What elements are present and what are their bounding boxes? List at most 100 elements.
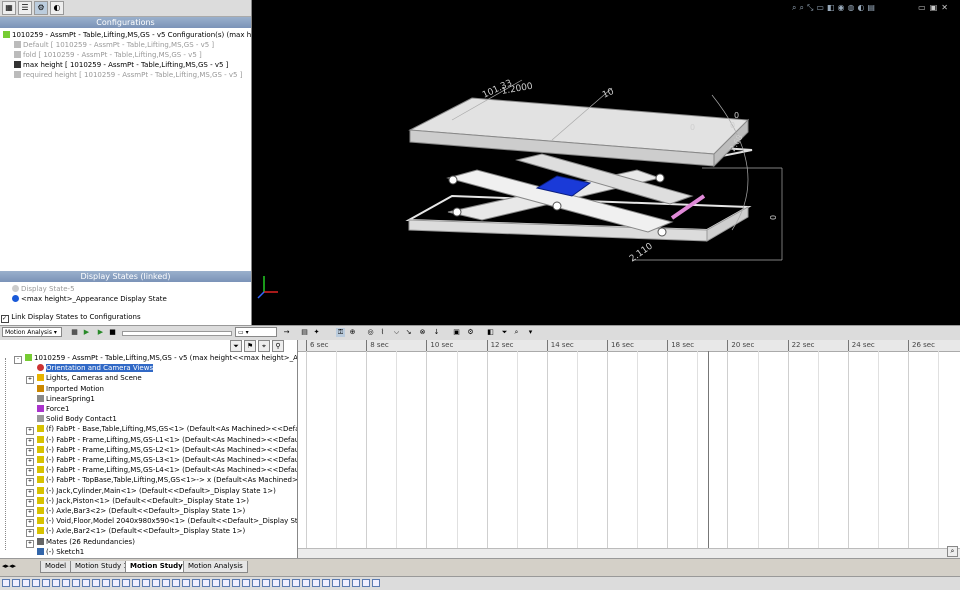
feature-tree-tab-icon[interactable]: ▦ [2, 1, 16, 15]
command-toolbar-icon[interactable] [312, 579, 320, 587]
timeline-ruler[interactable]: 6 sec 8 sec 10 sec 12 sec 14 sec 16 sec 18 sec… [298, 340, 960, 352]
command-toolbar-icon[interactable] [252, 579, 260, 587]
motion-tree-item[interactable]: + Lights, Cameras and Scene [26, 373, 142, 385]
motion-tree-item[interactable]: + (-) Axle,Bar2<1> (Default<<Default>_Dis… [26, 526, 245, 538]
graphics-viewport[interactable]: ⌕⌕⤡▭◧◉◍◐▤ ▭▣✕ 101.33 1.2000 10 0 0 2.68 … [252, 0, 960, 325]
filter-selected-icon[interactable]: ⌖ [258, 340, 270, 352]
add-key-icon[interactable]: ⊕ [348, 328, 357, 337]
time-bar[interactable] [708, 351, 709, 548]
motion-tree-item[interactable]: + (-) Jack,Piston<1> (Default<<Default>_D… [26, 496, 249, 507]
command-toolbar-icon[interactable] [282, 579, 290, 587]
command-toolbar-icon[interactable] [332, 579, 340, 587]
configuration-item[interactable]: max height [ 1010259 - AssmPt - Table,Li… [14, 60, 228, 70]
command-toolbar-icon[interactable] [52, 579, 60, 587]
motion-tree-item[interactable]: + (f) FabPt - Base,Table,Lifting,MS,GS<1>… [26, 424, 297, 436]
command-toolbar-icon[interactable] [72, 579, 80, 587]
play-icon[interactable]: ▶ [96, 328, 105, 337]
motion-tree-item[interactable]: Force1 [26, 404, 69, 414]
command-toolbar-icon[interactable] [322, 579, 330, 587]
command-toolbar-icon[interactable] [32, 579, 40, 587]
command-toolbar-icon[interactable] [352, 579, 360, 587]
motion-tree-item[interactable]: Solid Body Contact1 [26, 414, 117, 424]
command-toolbar-icon[interactable] [342, 579, 350, 587]
play-from-start-icon[interactable]: ▶ [82, 328, 91, 337]
calculator-icon[interactable]: ▦ [70, 328, 79, 337]
animation-wizard-icon[interactable]: ✦ [312, 328, 321, 337]
command-toolbar-icon[interactable] [142, 579, 150, 587]
playback-slider[interactable] [122, 331, 232, 336]
command-toolbar-icon[interactable] [372, 579, 380, 587]
configuration-manager-tab-icon[interactable]: ⚙ [34, 1, 48, 15]
display-state-item[interactable]: <max height>_Appearance Display State [12, 294, 167, 304]
command-toolbar-icon[interactable] [232, 579, 240, 587]
command-toolbar-icon[interactable] [132, 579, 140, 587]
link-display-states-row[interactable]: ✓ Link Display States to Configurations [1, 312, 141, 323]
motion-tree-item[interactable]: Imported Motion [26, 384, 104, 394]
motion-tree-item[interactable]: + (-) FabPt - Frame,Lifting,MS,GS-L4<1> (… [26, 465, 297, 477]
configuration-root[interactable]: 1010259 - AssmPt - Table,Lifting,MS,GS -… [3, 30, 251, 40]
command-toolbar-icon[interactable] [2, 579, 10, 587]
motion-tree-item[interactable]: + (-) FabPt - Frame,Lifting,MS,GS-L3<1> (… [26, 455, 297, 466]
link-display-states-checkbox[interactable]: ✓ [1, 315, 9, 323]
motion-tree-item[interactable]: + (-) FabPt - Frame,Lifting,MS,GS-L2<1> (… [26, 445, 297, 456]
command-toolbar-icon[interactable] [212, 579, 220, 587]
command-toolbar-icon[interactable] [362, 579, 370, 587]
display-state-item[interactable]: Display State-5 [12, 284, 75, 294]
tab-scroll-arrows-icon[interactable]: ◂▸◂▸ [2, 562, 16, 570]
playback-speed-select[interactable]: ▭ ▾ [235, 327, 277, 337]
command-toolbar-icon[interactable] [302, 579, 310, 587]
motion-tree-root[interactable]: - 1010259 - AssmPt - Table,Lifting,MS,GS … [14, 353, 297, 364]
spring-icon[interactable]: ⌇ [378, 328, 387, 337]
zoom-to-fit-icon[interactable]: ⌕ [947, 546, 958, 557]
motion-tree-item[interactable]: LinearSpring1 [26, 394, 95, 404]
configuration-item[interactable]: required height [ 1010259 - AssmPt - Tab… [14, 70, 242, 80]
motion-tree-item[interactable]: + Mates (26 Redundancies) [26, 537, 135, 548]
motion-tree-item[interactable]: + (-) FabPt - Frame,Lifting,MS,GS-L1<1> (… [26, 435, 297, 446]
study-type-select[interactable]: Motion Analysis ▾ [2, 327, 62, 337]
command-toolbar-icon[interactable] [12, 579, 20, 587]
motion-tree-item[interactable]: + (-) Axle,Bar3<2> (Default<<Default>_Dis… [26, 506, 245, 517]
autokey-icon[interactable]: ⚿ [336, 328, 345, 337]
command-toolbar-icon[interactable] [262, 579, 270, 587]
display-manager-tab-icon[interactable]: ◐ [50, 1, 64, 15]
command-toolbar-icon[interactable] [62, 579, 70, 587]
command-toolbar-icon[interactable] [182, 579, 190, 587]
save-animation-icon[interactable]: ▤ [300, 328, 309, 337]
motor-icon[interactable]: ◎ [366, 328, 375, 337]
timeline-horizontal-scrollbar[interactable] [298, 548, 960, 558]
filter-results-icon[interactable]: ⚲ [272, 340, 284, 352]
more-tools-icon[interactable]: ▾ [526, 328, 535, 337]
motion-tree-item[interactable]: + (-) Jack,Cylinder,Main<1> (Default<<Def… [26, 486, 276, 497]
command-toolbar-icon[interactable] [192, 579, 200, 587]
command-toolbar-icon[interactable] [202, 579, 210, 587]
playback-mode-icon[interactable]: → [282, 328, 291, 337]
command-toolbar-icon[interactable] [222, 579, 230, 587]
force-icon[interactable]: ↘ [404, 328, 413, 337]
command-toolbar-icon[interactable] [162, 579, 170, 587]
study-tab[interactable]: Motion Study 1 [70, 561, 133, 573]
lifting-table-model[interactable]: 101.33 1.2000 10 0 0 2.68 0 0 2.110 [252, 0, 960, 325]
command-toolbar-icon[interactable] [172, 579, 180, 587]
filter-icon[interactable]: ⏷ [500, 328, 509, 337]
command-toolbar-icon[interactable] [112, 579, 120, 587]
command-toolbar-icon[interactable] [82, 579, 90, 587]
gravity-icon[interactable]: ↓ [432, 328, 441, 337]
damper-icon[interactable]: ⌵ [392, 328, 401, 337]
collapse-icon[interactable]: ◧ [486, 328, 495, 337]
results-plots-icon[interactable]: ▣ [452, 328, 461, 337]
zoom-icon[interactable]: ⌕ [512, 328, 521, 337]
motion-timeline[interactable]: 6 sec 8 sec 10 sec 12 sec 14 sec 16 sec 18 sec… [298, 340, 960, 558]
command-toolbar-icon[interactable] [122, 579, 130, 587]
command-toolbar-icon[interactable] [152, 579, 160, 587]
motion-tree-item[interactable]: + (-) Void,Floor,Model 2040x980x590<1> (D… [26, 516, 297, 528]
motion-tree-item[interactable]: Orientation and Camera Views [26, 363, 154, 373]
command-toolbar-icon[interactable] [92, 579, 100, 587]
study-tab[interactable]: Motion Analysis [183, 561, 248, 573]
study-tab[interactable]: Model [40, 561, 72, 573]
filter-animated-icon[interactable]: ⏷ [230, 340, 242, 352]
command-toolbar-icon[interactable] [22, 579, 30, 587]
command-toolbar-icon[interactable] [242, 579, 250, 587]
configuration-item[interactable]: fold [ 1010259 - AssmPt - Table,Lifting,… [14, 50, 202, 60]
command-toolbar-icon[interactable] [42, 579, 50, 587]
command-toolbar-icon[interactable] [102, 579, 110, 587]
